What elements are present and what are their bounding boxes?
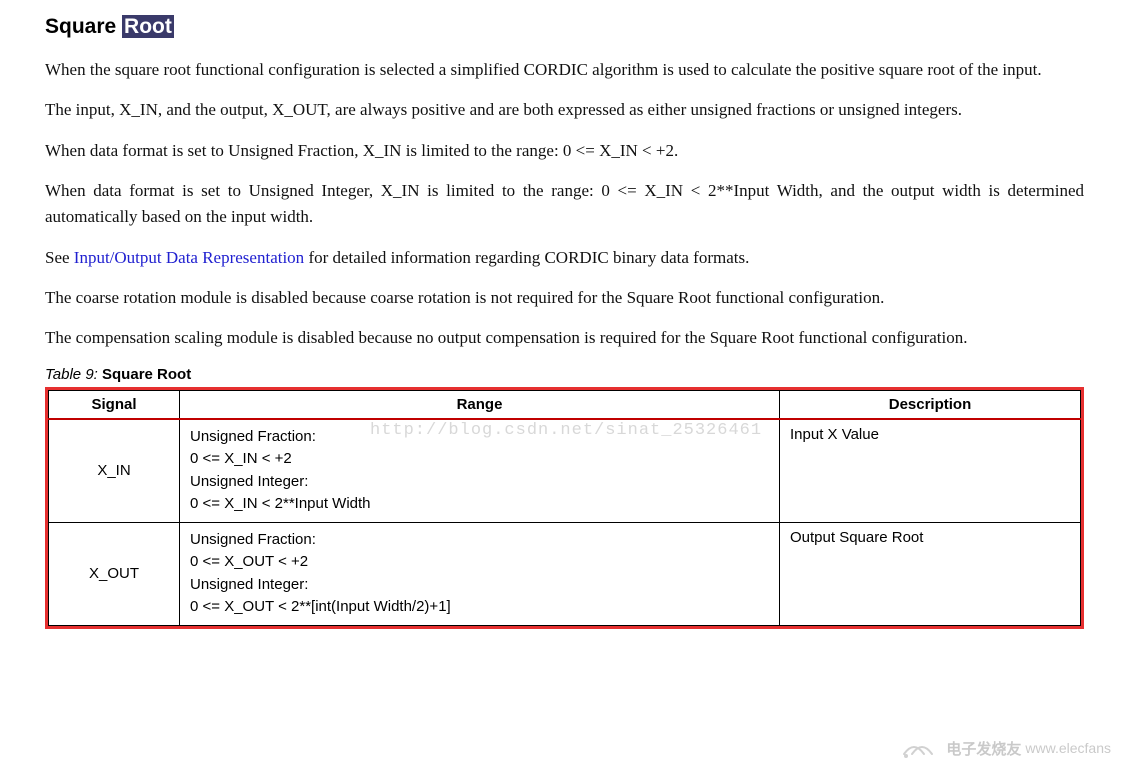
range-line: 0 <= X_OUT < 2**[int(Input Width/2)+1] xyxy=(190,596,769,619)
elecfans-icon xyxy=(900,734,940,762)
data-representation-link[interactable]: Input/Output Data Representation xyxy=(74,248,304,267)
paragraph-1: When the square root functional configur… xyxy=(45,57,1084,83)
caption-label: Table xyxy=(45,366,81,383)
p5-pre: See xyxy=(45,248,74,267)
range-line: Unsigned Integer: xyxy=(190,574,769,597)
table-row: X_OUT Unsigned Fraction: 0 <= X_OUT < +2… xyxy=(49,522,1081,625)
range-line: 0 <= X_IN < +2 xyxy=(190,448,769,471)
table-header-row: Signal Range Description xyxy=(49,390,1081,419)
col-description: Description xyxy=(780,390,1081,419)
cell-signal: X_OUT xyxy=(49,522,180,625)
section-title: Square Root xyxy=(45,15,1084,39)
paragraph-7: The compensation scaling module is disab… xyxy=(45,325,1084,351)
paragraph-6: The coarse rotation module is disabled b… xyxy=(45,285,1084,311)
paragraph-2: The input, X_IN, and the output, X_OUT, … xyxy=(45,97,1084,123)
site-url: www.elecfans xyxy=(1025,740,1111,756)
cell-range: Unsigned Fraction: 0 <= X_OUT < +2 Unsig… xyxy=(180,522,780,625)
paragraph-5: See Input/Output Data Representation for… xyxy=(45,245,1084,271)
range-line: Unsigned Fraction: xyxy=(190,426,769,449)
col-signal: Signal xyxy=(49,390,180,419)
range-line: Unsigned Fraction: xyxy=(190,529,769,552)
paragraph-4: When data format is set to Unsigned Inte… xyxy=(45,178,1084,231)
square-root-table: Signal Range Description X_IN Unsigned F… xyxy=(48,390,1081,626)
cell-signal: X_IN xyxy=(49,419,180,523)
cell-description: Input X Value xyxy=(780,419,1081,523)
paragraph-3: When data format is set to Unsigned Frac… xyxy=(45,138,1084,164)
table-row: X_IN Unsigned Fraction: 0 <= X_IN < +2 U… xyxy=(49,419,1081,523)
col-range: Range xyxy=(180,390,780,419)
caption-number: 9: xyxy=(85,366,98,383)
range-line: 0 <= X_IN < 2**Input Width xyxy=(190,493,769,516)
p5-post: for detailed information regarding CORDI… xyxy=(304,248,749,267)
caption-title: Square Root xyxy=(102,366,191,383)
range-line: 0 <= X_OUT < +2 xyxy=(190,551,769,574)
document-content: Square Root When the square root functio… xyxy=(0,0,1129,629)
cell-range: Unsigned Fraction: 0 <= X_IN < +2 Unsign… xyxy=(180,419,780,523)
title-part1: Square xyxy=(45,15,122,38)
cell-description: Output Square Root xyxy=(780,522,1081,625)
site-watermark: 电子发烧友 www.elecfans xyxy=(900,734,1111,762)
range-line: Unsigned Integer: xyxy=(190,471,769,494)
title-highlight: Root xyxy=(122,15,174,38)
table-caption: Table 9: Square Root xyxy=(45,366,1084,383)
table-highlight-box: Signal Range Description X_IN Unsigned F… xyxy=(45,387,1084,629)
